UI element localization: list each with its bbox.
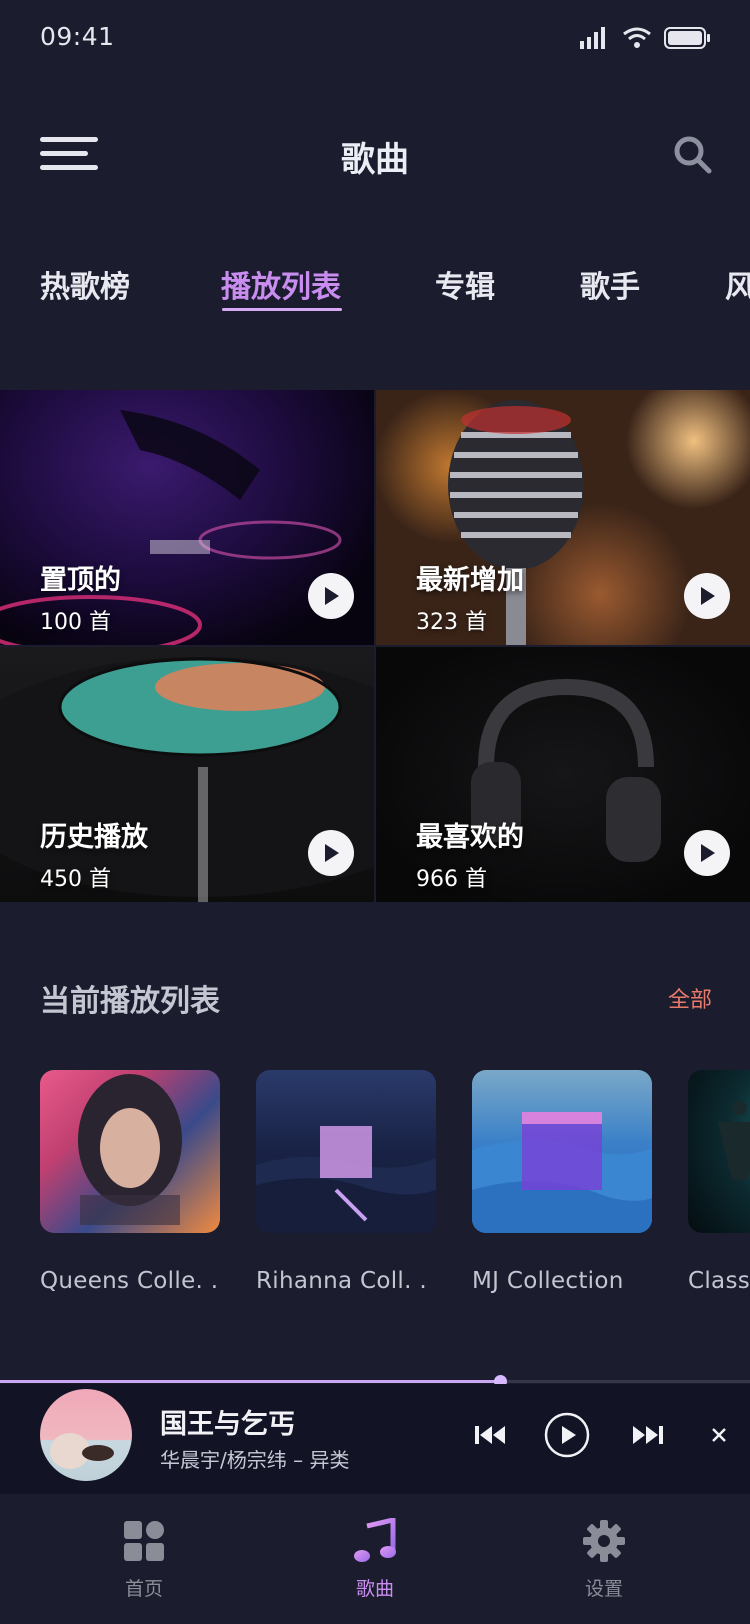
- gear-icon: [544, 1518, 664, 1564]
- nav-home[interactable]: 首页: [84, 1518, 204, 1601]
- mini-player: 国王与乞丐 华晨宇/杨宗纬 – 异类: [0, 1384, 750, 1494]
- album-cover: [688, 1070, 750, 1233]
- progress-fill: [0, 1380, 501, 1383]
- playlist-title: 历史播放: [40, 822, 148, 853]
- album-carousel: Queens Colle. . Rihanna Coll. . MJ Colle…: [0, 1070, 750, 1310]
- now-playing-artist: 华晨宇/杨宗纬 – 异类: [160, 1448, 350, 1472]
- tab-playlists[interactable]: 播放列表: [221, 262, 341, 306]
- tab-artists[interactable]: 歌手: [580, 262, 640, 306]
- nav-label: 首页: [124, 1578, 163, 1600]
- search-icon[interactable]: [672, 134, 714, 176]
- playlist-count: 966 首: [416, 867, 487, 892]
- playlist-title: 最新增加: [416, 565, 524, 596]
- playlist-tile-recent[interactable]: 最新增加 323 首: [376, 390, 750, 645]
- playlist-tile-favorites[interactable]: 最喜欢的 966 首: [376, 647, 750, 902]
- album-name: Classi: [688, 1268, 750, 1294]
- now-playing-cover[interactable]: [40, 1389, 132, 1481]
- category-tabs: 热歌榜 播放列表 专辑 歌手 风: [0, 250, 750, 320]
- album-name: Queens Colle. .: [40, 1268, 219, 1294]
- playlist-count: 450 首: [40, 867, 111, 892]
- play-pause-icon[interactable]: [544, 1412, 590, 1458]
- album-cover: [40, 1070, 220, 1233]
- play-icon[interactable]: [308, 830, 354, 876]
- nav-settings[interactable]: 设置: [544, 1518, 664, 1601]
- playlist-title: 最喜欢的: [416, 822, 524, 853]
- playlist-tile-history[interactable]: 历史播放 450 首: [0, 647, 374, 902]
- tab-albums[interactable]: 专辑: [435, 262, 495, 306]
- album-name: Rihanna Coll. .: [256, 1268, 427, 1294]
- playlist-grid: 置顶的 100 首 最新增加 323 首 历史播放 450 首 最喜欢的 966…: [0, 390, 750, 902]
- playlist-count: 100 首: [40, 610, 111, 635]
- playlist-tile-pinned[interactable]: 置顶的 100 首: [0, 390, 374, 645]
- album-cover: [256, 1070, 436, 1233]
- header: 歌曲: [0, 110, 750, 200]
- status-icons: [580, 26, 712, 50]
- album-card-mj[interactable]: MJ Collection: [472, 1070, 652, 1294]
- nav-label: 歌曲: [355, 1578, 394, 1600]
- album-card-rihanna[interactable]: Rihanna Coll. .: [256, 1070, 436, 1294]
- page-title: 歌曲: [341, 140, 409, 180]
- section-title: 当前播放列表: [40, 984, 220, 1019]
- album-card-queens[interactable]: Queens Colle. .: [40, 1070, 220, 1294]
- grid-icon: [84, 1518, 204, 1564]
- wifi-icon: [623, 27, 651, 48]
- play-icon[interactable]: [308, 573, 354, 619]
- battery-icon: [664, 27, 710, 49]
- playlist-count: 323 首: [416, 610, 487, 635]
- status-time: 09:41: [40, 22, 115, 51]
- bottom-nav: 首页 歌曲 设置: [0, 1494, 750, 1624]
- now-playing-title: 国王与乞丐: [160, 1409, 295, 1440]
- nav-label: 设置: [584, 1578, 623, 1600]
- album-card-classic[interactable]: Classi: [688, 1070, 750, 1294]
- previous-track-icon[interactable]: [472, 1412, 508, 1458]
- see-all-link[interactable]: 全部: [668, 982, 712, 1014]
- music-note-icon: [315, 1518, 435, 1564]
- close-icon[interactable]: [708, 1412, 730, 1458]
- nav-songs[interactable]: 歌曲: [315, 1518, 435, 1601]
- signal-icon: [580, 27, 605, 49]
- album-name: MJ Collection: [472, 1268, 624, 1294]
- play-icon[interactable]: [684, 830, 730, 876]
- playback-progress[interactable]: [0, 1375, 750, 1388]
- tab-hot-songs[interactable]: 热歌榜: [40, 262, 130, 306]
- next-track-icon[interactable]: [630, 1412, 666, 1458]
- active-tab-indicator: [222, 308, 342, 311]
- album-cover: [472, 1070, 652, 1233]
- playlist-title: 置顶的: [40, 565, 121, 596]
- status-bar: 09:41: [0, 0, 750, 80]
- play-icon[interactable]: [684, 573, 730, 619]
- tab-style[interactable]: 风: [725, 262, 750, 306]
